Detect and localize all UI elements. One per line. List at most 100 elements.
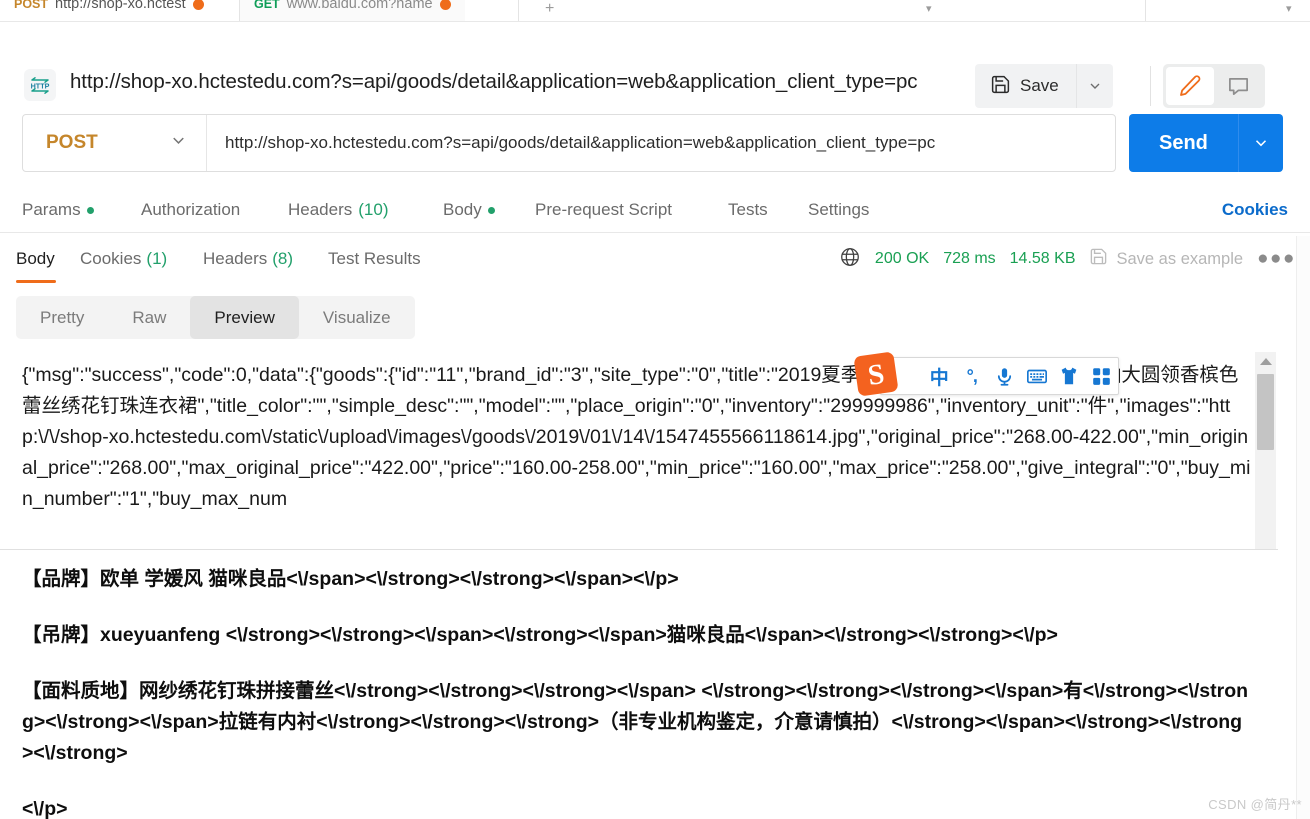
- scrollbar-thumb[interactable]: [1257, 374, 1274, 450]
- request-title: http://shop-xo.hctestedu.com?s=api/goods…: [70, 70, 918, 93]
- tab-divider: [518, 0, 519, 22]
- svg-text:HTTP: HTTP: [31, 82, 50, 91]
- save-button[interactable]: Save: [975, 64, 1076, 108]
- html-line-fabric: 【面料质地】网纱绣花钉珠拼接蕾丝<\/strong><\/strong><\/s…: [22, 680, 1249, 764]
- http-protocol-icon: HTTP: [24, 69, 56, 101]
- tab-body-label: Body: [443, 200, 482, 219]
- response-tab-test-results[interactable]: Test Results: [328, 236, 421, 282]
- view-tab-raw[interactable]: Raw: [108, 296, 190, 339]
- response-body-preview: {"msg":"success","code":0,"data":{"goods…: [0, 352, 1310, 819]
- tab-pre-request-script-label: Pre-request Script: [535, 200, 672, 219]
- request-section-tabs[interactable]: Params Authorization Headers (10) Body P…: [0, 188, 1310, 233]
- unsaved-dot-icon: [439, 0, 451, 10]
- http-method-value: POST: [46, 132, 98, 153]
- response-active-tab-underline: [16, 280, 56, 283]
- html-description-block: 【品牌】欧单 学媛风 猫咪良品<\/span><\/strong><\/stro…: [22, 564, 1252, 819]
- request-url-input[interactable]: [207, 115, 1115, 171]
- request-tab-strip[interactable]: POST http://shop-xo.hctest GET www.baidu…: [0, 0, 1310, 22]
- tab-method-label: POST: [14, 0, 49, 11]
- response-tab-cookies-label: Cookies: [80, 249, 142, 268]
- response-tab-cookies-count: (1): [146, 249, 168, 268]
- response-panel-scrollbar[interactable]: [1296, 236, 1310, 819]
- cookies-link[interactable]: Cookies: [1222, 188, 1288, 232]
- scroll-up-arrow-icon[interactable]: [1260, 358, 1272, 365]
- request-url-bar[interactable]: POST: [22, 114, 1116, 172]
- tab-title-label: www.baidu.com?name: [286, 0, 433, 12]
- tab-params[interactable]: Params: [22, 188, 94, 232]
- sogou-ime-toolbar[interactable]: 中 °,: [880, 357, 1119, 395]
- tab-authorization-label: Authorization: [141, 200, 241, 219]
- save-options-chevron-down-icon[interactable]: [1075, 64, 1113, 108]
- response-tab-headers-label: Headers: [203, 249, 268, 268]
- response-view-tabs[interactable]: Pretty Raw Preview Visualize: [16, 296, 415, 339]
- html-line-brand: 【品牌】欧单 学媛风 猫咪良品<\/span><\/strong><\/stro…: [22, 568, 679, 590]
- tab-headers[interactable]: Headers (10): [288, 188, 389, 232]
- response-tab-test-results-label: Test Results: [328, 249, 421, 268]
- environment-selector-label[interactable]: No Environment: [980, 0, 1084, 3]
- response-tab-headers[interactable]: Headers (8): [203, 236, 293, 282]
- json-region-scrollbar[interactable]: [1255, 352, 1276, 549]
- save-example-floppy-icon: [1089, 247, 1108, 271]
- response-meta-group: 200 OK 728 ms 14.58 KB Save as example ●…: [839, 236, 1296, 282]
- method-chevron-down-icon: [169, 131, 188, 155]
- response-tab-headers-count: (8): [272, 249, 294, 268]
- save-as-example-label: Save as example: [1116, 249, 1244, 268]
- tab-pre-request-script[interactable]: Pre-request Script: [535, 188, 672, 232]
- send-options-chevron-down-icon[interactable]: [1237, 114, 1283, 172]
- response-tab-cookies[interactable]: Cookies (1): [80, 236, 167, 282]
- tab-headers-count: (10): [358, 200, 389, 219]
- http-method-select[interactable]: POST: [23, 115, 207, 171]
- tab-authorization[interactable]: Authorization: [141, 188, 240, 232]
- params-modified-dot-icon: [86, 206, 94, 214]
- view-tab-visualize[interactable]: Visualize: [299, 296, 415, 339]
- unsaved-dot-icon: [192, 0, 204, 10]
- environment-divider: [1145, 0, 1146, 22]
- tab-headers-label: Headers: [288, 200, 353, 219]
- tab-body[interactable]: Body: [443, 188, 495, 232]
- globe-icon: [839, 246, 861, 273]
- body-modified-dot-icon: [487, 206, 495, 214]
- microphone-icon[interactable]: [988, 358, 1020, 394]
- tab-title-label: http://shop-xo.hctest: [55, 0, 186, 12]
- view-tab-preview[interactable]: Preview: [190, 296, 299, 339]
- csdn-watermark: CSDN @简丹**: [1208, 797, 1302, 812]
- request-header-bar: HTTP http://shop-xo.hctestedu.com?s=api/…: [0, 22, 1310, 108]
- environment-chevron-down-icon[interactable]: ▾: [1286, 2, 1292, 15]
- save-button-group[interactable]: Save: [975, 64, 1113, 108]
- request-tab-0[interactable]: POST http://shop-xo.hctest: [0, 0, 218, 22]
- view-tab-pretty[interactable]: Pretty: [16, 296, 108, 339]
- comment-button[interactable]: [1214, 67, 1262, 105]
- save-as-example-button[interactable]: Save as example: [1089, 247, 1243, 271]
- floppy-disk-icon: [990, 74, 1011, 98]
- response-tab-body-label: Body: [16, 249, 55, 268]
- punctuation-mode-icon[interactable]: °,: [956, 358, 988, 394]
- tab-method-label: GET: [254, 0, 280, 11]
- tab-settings[interactable]: Settings: [808, 188, 869, 232]
- skin-shirt-icon[interactable]: [1053, 358, 1085, 394]
- response-tab-body[interactable]: Body: [16, 236, 55, 282]
- tab-settings-label: Settings: [808, 200, 870, 219]
- add-tab-button[interactable]: +: [545, 0, 554, 18]
- response-size: 14.58 KB: [1009, 250, 1076, 267]
- view-mode-toggle-group[interactable]: [1163, 64, 1265, 108]
- tab-list-chevron-down-icon[interactable]: ▾: [926, 2, 932, 15]
- tab-params-label: Params: [22, 200, 81, 219]
- html-line-tag: 【吊牌】xueyuanfeng <\/strong><\/strong><\/s…: [22, 624, 1058, 646]
- tab-tests[interactable]: Tests: [728, 188, 768, 232]
- tab-tests-label: Tests: [728, 200, 768, 219]
- response-more-options-icon[interactable]: ●●●: [1257, 248, 1296, 270]
- send-button[interactable]: Send: [1129, 114, 1238, 172]
- edit-pencil-button[interactable]: [1166, 67, 1214, 105]
- send-button-group[interactable]: Send: [1129, 114, 1283, 172]
- header-divider: [1150, 66, 1151, 106]
- request-tab-1[interactable]: GET www.baidu.com?name: [240, 0, 465, 22]
- save-button-label: Save: [1020, 76, 1059, 95]
- keyboard-icon[interactable]: [1021, 358, 1053, 394]
- response-status-code: 200 OK: [874, 250, 930, 267]
- response-header-bar: Body Cookies (1) Headers (8) Test Result…: [0, 236, 1310, 284]
- sogou-logo-icon[interactable]: S: [853, 352, 901, 398]
- response-time: 728 ms: [943, 250, 996, 267]
- html-line-close: <\/p>: [22, 798, 68, 819]
- chinese-mode-icon[interactable]: 中: [923, 358, 955, 394]
- apps-grid-icon[interactable]: [1085, 358, 1117, 394]
